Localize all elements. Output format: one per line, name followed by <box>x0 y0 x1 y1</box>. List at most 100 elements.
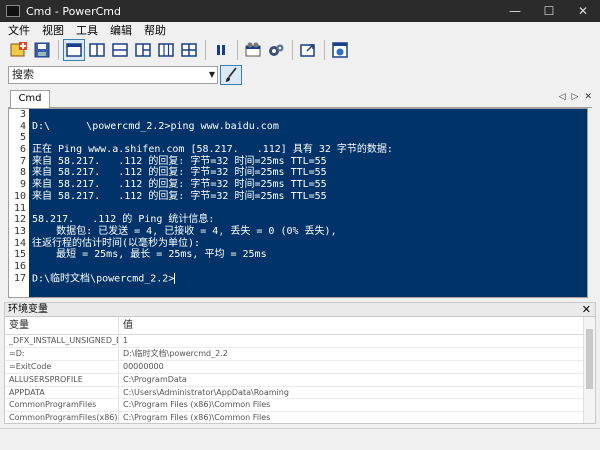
tab-prev-icon[interactable]: ◁ <box>559 92 566 102</box>
variable-value: 1 <box>123 336 129 345</box>
layout-single-icon <box>66 43 82 57</box>
environment-table-header: 变量 值 <box>5 317 595 335</box>
table-row[interactable]: CommonProgramFiles(x86) C:\Program Files … <box>5 412 595 423</box>
pause-button[interactable] <box>210 39 232 61</box>
menu-file[interactable]: 文件 <box>8 22 30 38</box>
text-cursor <box>174 272 176 284</box>
variable-value: D:\临时文档\powercmd_2.2 <box>123 348 228 358</box>
app-icon <box>6 5 20 17</box>
variable-name: APPDATA <box>5 386 119 399</box>
export-icon <box>300 44 315 57</box>
toolbar-separator <box>324 40 325 60</box>
line-number: 9 <box>19 179 26 191</box>
settings-button[interactable] <box>265 39 287 61</box>
help-button[interactable] <box>329 39 351 61</box>
gears-icon <box>269 44 284 56</box>
environment-scrollbar[interactable] <box>583 317 595 423</box>
toolbar-separator <box>205 40 206 60</box>
save-button[interactable] <box>31 39 53 61</box>
layout-columns-button[interactable] <box>155 39 177 61</box>
layout-single-button[interactable] <box>63 39 85 61</box>
toolbar-separator <box>292 40 293 60</box>
variable-name: ALLUSERSPROFILE <box>5 373 119 386</box>
search-dropdown-icon[interactable]: ▼ <box>209 67 215 83</box>
status-bar <box>0 428 600 450</box>
toolbar <box>8 37 352 63</box>
console-prompt: D:\临时文档\powercmd_2.2> <box>32 273 175 285</box>
line-number: 15 <box>13 249 26 261</box>
new-console-button[interactable] <box>8 39 30 61</box>
toolbar-separator <box>58 40 59 60</box>
pause-icon <box>217 45 225 55</box>
line-number: 8 <box>19 167 26 179</box>
scrollbar-thumb[interactable] <box>586 329 593 389</box>
line-number: 10 <box>13 190 26 202</box>
tab-cmd[interactable]: Cmd <box>10 90 50 108</box>
column-header-name[interactable]: 变量 <box>5 317 119 334</box>
tab-close-icon[interactable]: ✕ <box>584 92 592 102</box>
table-row[interactable]: _DFX_INSTALL_UNSIGNED_D... 1 <box>5 335 595 348</box>
search-row: 搜索 ▼ <box>8 64 242 86</box>
table-row[interactable]: =D: D:\临时文档\powercmd_2.2 <box>5 347 595 361</box>
table-row[interactable]: CommonProgramFiles C:\Program Files (x86)… <box>5 399 595 413</box>
variable-value: 00000000 <box>123 361 164 371</box>
tab-navigation: ◁ ▷ ✕ <box>553 92 592 102</box>
environment-panel: 环境变量 ✕ 变量 值 _DFX_INSTALL_UNSIGNED_D... 1 … <box>4 302 596 424</box>
variable-name: =D: <box>5 347 119 360</box>
line-number: 14 <box>13 237 26 249</box>
variable-value: C:\ProgramData <box>123 374 187 384</box>
run-as-icon <box>245 42 261 57</box>
console-line: 来自 58.217. .112 的回复: 字节=32 时间=25ms TTL=5… <box>32 167 327 179</box>
tab-next-icon[interactable]: ▷ <box>572 92 579 102</box>
console-prompt-line[interactable]: D:\临时文档\powercmd_2.2> <box>29 272 587 285</box>
console-line: 正在 Ping www.a.shifen.com [58.217. .112] … <box>32 144 393 156</box>
layout-split-horizontal-icon <box>112 43 128 57</box>
toolbar-separator <box>237 40 238 60</box>
search-input-value: 搜索 <box>12 68 34 81</box>
menu-edit[interactable]: 编辑 <box>110 22 132 38</box>
table-row[interactable]: ALLUSERSPROFILE C:\ProgramData <box>5 373 595 387</box>
save-icon <box>34 42 50 58</box>
table-row[interactable]: =ExitCode 00000000 <box>5 360 595 374</box>
console-output[interactable]: D:\ \powercmd_2.2>ping www.baidu.com 正在 … <box>29 109 587 297</box>
minimize-button[interactable]: — <box>498 0 532 22</box>
line-number: 5 <box>19 132 26 144</box>
console-pane[interactable]: 3 4 5 6 7 8 9 10 11 12 13 14 15 16 17 D:… <box>8 108 588 298</box>
tab-bar: Cmd ◁ ▷ ✕ <box>8 90 592 108</box>
menu-bar: 文件 视图 工具 编辑 帮助 <box>0 22 600 37</box>
line-number: 13 <box>13 225 26 237</box>
column-header-value[interactable]: 值 <box>119 317 595 334</box>
variable-name: CommonProgramFiles(x86) <box>5 412 119 423</box>
layout-three-button[interactable] <box>132 39 154 61</box>
title-bar: Cmd - PowerCmd — ☐ ✕ <box>0 0 600 22</box>
variable-name: =ExitCode <box>5 360 119 373</box>
new-console-icon <box>10 42 27 57</box>
console-line: 58.217. .112 的 Ping 统计信息: <box>32 214 215 226</box>
console-line: 来自 58.217. .112 的回复: 字节=32 时间=25ms TTL=5… <box>32 155 327 167</box>
environment-panel-title: 环境变量 ✕ <box>5 303 595 317</box>
window-controls: — ☐ ✕ <box>498 0 600 22</box>
layout-split-vertical-button[interactable] <box>86 39 108 61</box>
console-line: 来自 58.217. .112 的回复: 字节=32 时间=25ms TTL=5… <box>32 179 327 191</box>
variable-name: _DFX_INSTALL_UNSIGNED_D... <box>5 335 119 347</box>
variable-value: C:\Users\Administrator\AppData\Roaming <box>123 387 289 397</box>
run-as-button[interactable] <box>242 39 264 61</box>
export-button[interactable] <box>297 39 319 61</box>
brush-icon <box>226 67 237 82</box>
search-input[interactable]: 搜索 ▼ <box>8 66 218 84</box>
layout-columns-icon <box>158 43 174 57</box>
environment-panel-close-icon[interactable]: ✕ <box>582 303 591 316</box>
menu-help[interactable]: 帮助 <box>144 22 166 38</box>
layout-split-horizontal-button[interactable] <box>109 39 131 61</box>
menu-view[interactable]: 视图 <box>42 22 64 38</box>
maximize-button[interactable]: ☐ <box>532 0 566 22</box>
table-row[interactable]: APPDATA C:\Users\Administrator\AppData\Ro… <box>5 386 595 400</box>
close-button[interactable]: ✕ <box>566 0 600 22</box>
line-number: 3 <box>19 109 26 120</box>
clear-search-button[interactable] <box>220 65 242 85</box>
layout-split-vertical-icon <box>89 43 105 57</box>
layout-grid-button[interactable] <box>178 39 200 61</box>
menu-tools[interactable]: 工具 <box>76 22 98 38</box>
